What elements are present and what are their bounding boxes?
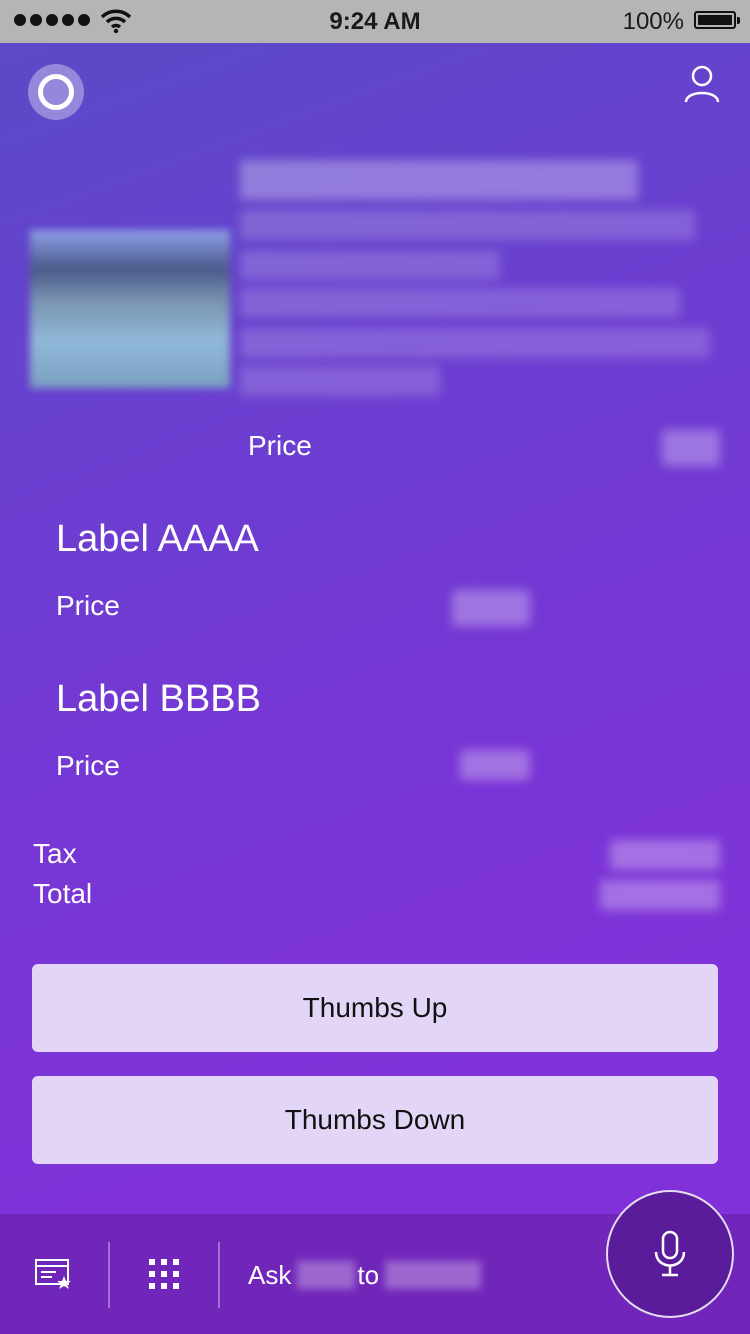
battery-percent: 100% [622, 8, 684, 35]
price-label: Price [248, 430, 312, 461]
status-bar: 9:24 AM 100% [0, 0, 750, 43]
microphone-button[interactable] [606, 1190, 734, 1318]
ask-assistant-name-redacted [297, 1261, 356, 1289]
tax-value-redacted [610, 840, 720, 870]
offer-description-line [240, 288, 680, 318]
item-price-value-a-redacted [452, 590, 530, 626]
offer-description-line [240, 250, 500, 280]
offer-description-redacted [240, 210, 695, 240]
thumbs-down-button[interactable]: Thumbs Down [32, 1076, 718, 1164]
battery-level-fill [698, 15, 732, 25]
ask-query-redacted [385, 1261, 482, 1289]
ask-middle: to [357, 1259, 380, 1290]
item-price-label-b: Price [56, 750, 120, 781]
item-label-b: Label BBBB [56, 678, 261, 720]
offer-title-redacted [240, 160, 638, 200]
bottom-bar-divider [218, 1242, 220, 1308]
hotel-thumbnail[interactable] [30, 230, 230, 388]
battery-icon [694, 11, 740, 29]
item-label-a: Label AAAA [56, 518, 259, 560]
total-label: Total [33, 878, 93, 909]
offer-description-line [240, 366, 440, 396]
total-value-redacted [600, 880, 720, 910]
offer-description-line [240, 328, 710, 358]
profile-icon[interactable] [684, 64, 720, 104]
thumbs-up-button[interactable]: Thumbs Up [32, 964, 718, 1052]
ask-prompt[interactable]: Ask to [248, 1258, 483, 1292]
item-price-label-a: Price [56, 590, 120, 621]
price-value-redacted [662, 430, 720, 466]
bottom-bar-divider [108, 1242, 110, 1308]
microphone-icon [654, 1230, 686, 1277]
app-grid-icon[interactable] [148, 1258, 180, 1290]
item-price-value-b-redacted [460, 750, 530, 780]
tax-label: Tax [33, 838, 77, 869]
ask-prefix: Ask [248, 1259, 292, 1290]
cortana-logo-icon[interactable] [28, 64, 84, 120]
notebook-icon[interactable] [34, 1256, 74, 1290]
